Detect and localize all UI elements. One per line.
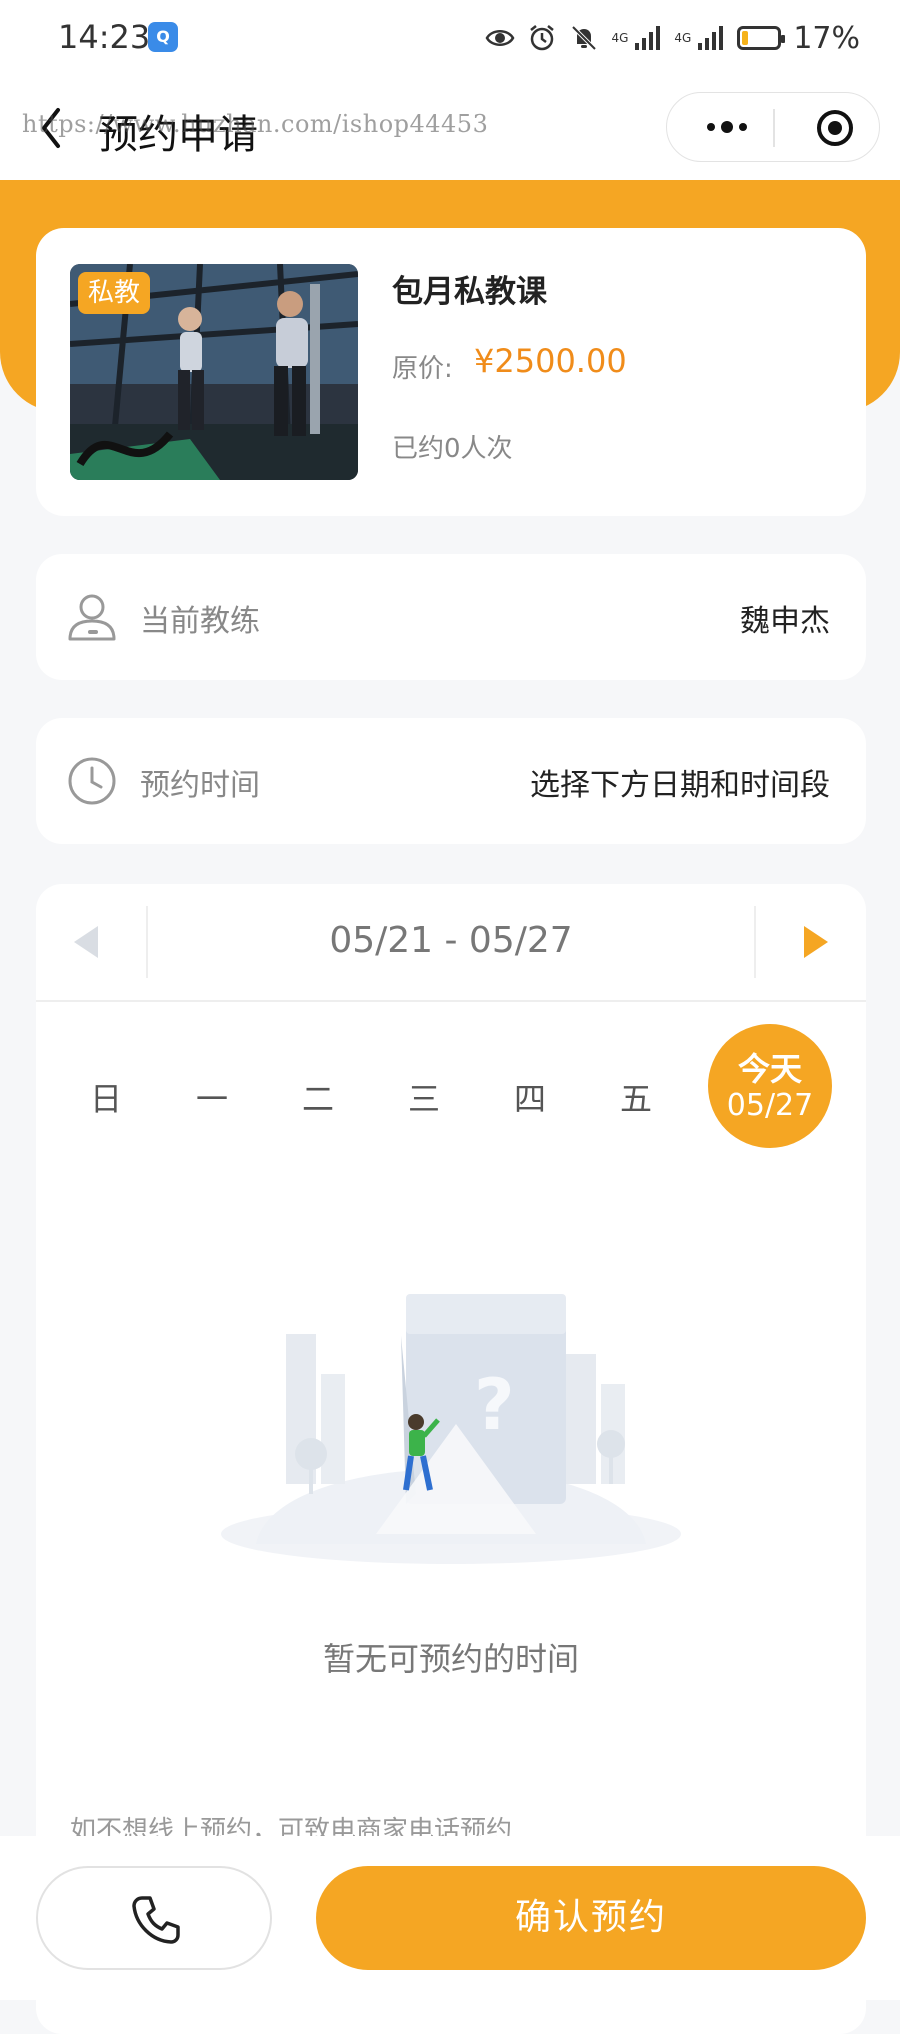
week-selector: 05/21 - 05/27: [36, 884, 866, 1002]
day-tue[interactable]: 二: [288, 1074, 348, 1120]
svg-text:?: ?: [474, 1364, 515, 1446]
next-week-icon[interactable]: [794, 922, 834, 962]
close-target-icon[interactable]: [815, 108, 855, 148]
app-notification-icon: Q: [148, 22, 178, 52]
course-tag-badge: 私教: [78, 272, 151, 314]
empty-state-illustration: ?: [221, 1294, 681, 1564]
day-mon[interactable]: 一: [182, 1074, 242, 1120]
course-booked-count: 已约0人次: [392, 434, 513, 464]
status-time: 14:23: [58, 18, 151, 56]
signal-icon-2: [698, 26, 724, 50]
phone-icon: [132, 1896, 180, 1944]
course-price-label: 原价:: [392, 354, 453, 384]
battery-icon: [737, 26, 786, 50]
user-icon: [68, 594, 116, 641]
course-price: ¥2500.00: [474, 342, 627, 380]
time-label: 预约时间: [140, 768, 260, 803]
confirm-booking-button[interactable]: 确认预约: [316, 1866, 866, 1970]
coach-row[interactable]: 当前教练 魏申杰: [36, 554, 866, 680]
signal-label-2: 4G: [674, 31, 692, 45]
signal-icon: [635, 26, 661, 50]
status-bar: 14:23 Q 4G 4G 17%: [0, 0, 900, 80]
alarm-icon: [530, 25, 555, 51]
today-date: 05/27: [726, 1088, 814, 1123]
time-row[interactable]: 预约时间 选择下方日期和时间段: [36, 718, 866, 844]
day-wed[interactable]: 三: [394, 1074, 454, 1120]
week-range: 05/21 - 05/27: [329, 920, 573, 961]
eye-icon: [486, 30, 515, 46]
status-icons: 4G 4G 17%: [485, 18, 860, 58]
call-button[interactable]: [36, 1866, 272, 1970]
battery-text: 17%: [793, 20, 860, 56]
empty-state-text: 暂无可预约的时间: [322, 1640, 579, 1678]
course-name: 包月私教课: [392, 274, 547, 310]
mini-program-capsule: [666, 92, 880, 162]
coach-name: 魏申杰: [740, 604, 830, 639]
time-value: 选择下方日期和时间段: [530, 768, 830, 803]
day-fri[interactable]: 五: [606, 1074, 666, 1120]
day-sun[interactable]: 日: [76, 1074, 136, 1120]
week-divider: [754, 906, 756, 978]
nav-bar: 预约申请 https://www.huzhan.com/ishop44453: [0, 80, 900, 180]
course-image: 私教: [70, 264, 358, 480]
signal-label: 4G: [611, 31, 629, 45]
battery-fill: [742, 31, 749, 45]
today-label: 今天: [737, 1050, 802, 1088]
day-today[interactable]: 今天 05/27: [708, 1024, 832, 1148]
mute-bell-icon: [572, 25, 597, 51]
capsule-divider: [773, 109, 775, 147]
watermark: https://www.huzhan.com/ishop44453: [22, 110, 489, 138]
more-icon[interactable]: [697, 111, 757, 143]
bottom-action-bar: 确认预约: [0, 1836, 900, 2000]
day-thu[interactable]: 四: [500, 1074, 560, 1120]
course-card: 私教 包月私教课 原价: ¥2500.00 已约0人次: [36, 228, 866, 516]
coach-label: 当前教练: [140, 604, 260, 639]
prev-week-icon[interactable]: [68, 922, 108, 962]
clock-icon: [68, 757, 116, 805]
